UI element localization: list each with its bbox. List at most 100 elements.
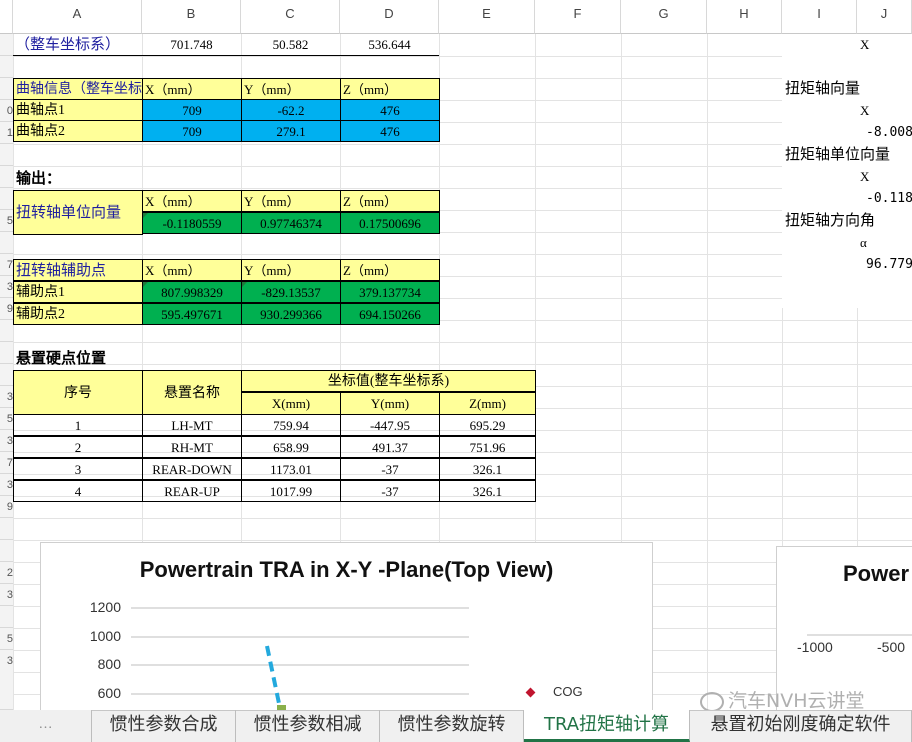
mount-row-2-x[interactable]: 658.99	[241, 436, 341, 458]
mount-row-4-z[interactable]: 326.1	[439, 480, 536, 502]
row-header[interactable]: 9	[0, 298, 13, 320]
row-header[interactable]: 3	[0, 386, 13, 408]
row-header[interactable]: 7	[0, 452, 13, 474]
crank-point-2-label[interactable]: 曲轴点2	[13, 120, 143, 142]
row-header[interactable]	[0, 364, 13, 386]
column-header-e[interactable]: E	[439, 0, 535, 34]
crank-header-x[interactable]: X（mm）	[142, 78, 242, 100]
mount-row-2-z[interactable]: 751.96	[439, 436, 536, 458]
crank-header-y[interactable]: Y（mm）	[241, 78, 341, 100]
row-header[interactable]: 3	[0, 430, 13, 452]
row-header[interactable]	[0, 606, 13, 628]
row-header[interactable]: 7	[0, 254, 13, 276]
mount-header-name[interactable]: 悬置名称	[142, 370, 242, 415]
row-header[interactable]: 5	[0, 408, 13, 430]
aux-point-2-label[interactable]: 辅助点2	[13, 303, 143, 325]
unit-vector-z[interactable]: 0.17500696	[340, 212, 440, 234]
mount-title[interactable]: 悬置硬点位置	[16, 348, 216, 370]
mount-row-3-x[interactable]: 1173.01	[241, 458, 341, 480]
mount-row-4-y[interactable]: -37	[340, 480, 440, 502]
row-header[interactable]	[0, 232, 13, 254]
tra-chart-top-view[interactable]: Powertrain TRA in X-Y -Plane(Top View) 1…	[40, 542, 653, 712]
aux-header-z[interactable]: Z（mm）	[340, 259, 440, 281]
row-header[interactable]	[0, 78, 13, 100]
torque-axis-angle-label[interactable]: 扭矩轴方向角	[785, 210, 912, 232]
aux-header-label[interactable]: 扭转轴辅助点	[13, 259, 143, 281]
unit-vector-x[interactable]: -0.1180559	[142, 212, 242, 234]
row-header[interactable]	[0, 56, 13, 78]
row-header[interactable]	[0, 166, 13, 188]
unit-vector-header-x[interactable]: X（mm）	[142, 190, 242, 212]
torque-axis-vector-label[interactable]: 扭矩轴向量	[785, 78, 912, 100]
row-column-corner[interactable]	[0, 0, 13, 34]
torque-axis-unit-vector-label[interactable]: 扭矩轴单位向量	[785, 144, 912, 166]
crank-header-label[interactable]: 曲轴信息（整车坐标系）	[13, 78, 143, 100]
mount-row-1-y[interactable]: -447.95	[340, 414, 440, 436]
mount-header-coord[interactable]: 坐标值(整车坐标系)	[241, 370, 536, 392]
row-header[interactable]	[0, 144, 13, 166]
aux-point-2-y[interactable]: 930.299366	[241, 303, 341, 325]
right-panel-x-3[interactable]: X	[860, 166, 910, 188]
aux-point-2-z[interactable]: 694.150266	[340, 303, 440, 325]
row-header[interactable]: 5	[0, 210, 13, 232]
column-header-i[interactable]: I	[782, 0, 857, 34]
crank-point-1-y[interactable]: -62.2	[241, 99, 341, 121]
row-header[interactable]: 0	[0, 100, 13, 122]
crank-point-1-z[interactable]: 476	[340, 99, 440, 121]
mount-row-1-no[interactable]: 1	[13, 414, 143, 436]
row-header[interactable]: 3	[0, 276, 13, 298]
sheet-tab-inertia-synthesis[interactable]: 惯性参数合成	[92, 710, 236, 742]
mount-row-1-x[interactable]: 759.94	[241, 414, 341, 436]
row-header[interactable]: 3	[0, 650, 13, 710]
sheet-tab-inertia-subtract[interactable]: 惯性参数相减	[236, 710, 380, 742]
mount-header-x[interactable]: X(mm)	[241, 392, 341, 415]
mount-header-z[interactable]: Z(mm)	[439, 392, 536, 415]
mount-header-y[interactable]: Y(mm)	[340, 392, 440, 415]
right-panel-x-2[interactable]: X	[860, 100, 910, 122]
sheet-tab-tra-calc[interactable]: TRA扭矩轴计算	[524, 710, 690, 742]
row-header[interactable]: 9	[0, 496, 13, 518]
row-header[interactable]	[0, 540, 13, 562]
mount-row-2-name[interactable]: RH-MT	[142, 436, 242, 458]
mount-row-3-y[interactable]: -37	[340, 458, 440, 480]
mount-row-2-no[interactable]: 2	[13, 436, 143, 458]
row-header[interactable]	[0, 518, 13, 540]
crank-point-2-x[interactable]: 709	[142, 120, 242, 142]
column-header-c[interactable]: C	[241, 0, 340, 34]
row-header[interactable]: 3	[0, 584, 13, 606]
column-header-h[interactable]: H	[707, 0, 782, 34]
row-header[interactable]: 1	[0, 122, 13, 144]
row-header[interactable]	[0, 34, 13, 56]
vehicle-coord-z[interactable]: 536.644	[340, 34, 439, 56]
column-header-g[interactable]: G	[621, 0, 707, 34]
sheet-tab-inertia-rotate[interactable]: 惯性参数旋转	[380, 710, 524, 742]
vehicle-coords-label[interactable]: （整车坐标系）	[15, 34, 141, 56]
crank-point-2-y[interactable]: 279.1	[241, 120, 341, 142]
unit-vector-y[interactable]: 0.97746374	[241, 212, 341, 234]
mount-row-4-x[interactable]: 1017.99	[241, 480, 341, 502]
column-header-a[interactable]: A	[13, 0, 142, 34]
mount-row-1-name[interactable]: LH-MT	[142, 414, 242, 436]
unit-vector-label[interactable]: 扭转轴单位向量	[13, 190, 143, 235]
unit-vector-header-y[interactable]: Y（mm）	[241, 190, 341, 212]
mount-row-2-y[interactable]: 491.37	[340, 436, 440, 458]
mount-row-3-no[interactable]: 3	[13, 458, 143, 480]
mount-row-4-name[interactable]: REAR-UP	[142, 480, 242, 502]
crank-point-2-z[interactable]: 476	[340, 120, 440, 142]
mount-header-no[interactable]: 序号	[13, 370, 143, 415]
torque-axis-angle-alpha[interactable]: 96.779	[866, 254, 912, 276]
aux-point-1-x[interactable]: 807.998329	[142, 281, 242, 303]
torque-axis-vector-x[interactable]: -8.008	[866, 122, 912, 144]
aux-point-1-label[interactable]: 辅助点1	[13, 281, 143, 303]
torque-axis-unit-vector-x[interactable]: -0.118	[866, 188, 912, 210]
output-label[interactable]: 输出：	[16, 168, 136, 190]
column-header-b[interactable]: B	[142, 0, 241, 34]
aux-point-1-z[interactable]: 379.137734	[340, 281, 440, 303]
crank-header-z[interactable]: Z（mm）	[340, 78, 440, 100]
row-header[interactable]: 3	[0, 474, 13, 496]
row-header[interactable]	[0, 320, 13, 342]
row-header[interactable]: 5	[0, 628, 13, 650]
row-header[interactable]	[0, 342, 13, 364]
aux-point-1-y[interactable]: -829.13537	[241, 281, 341, 303]
vehicle-coord-y[interactable]: 50.582	[241, 34, 340, 56]
